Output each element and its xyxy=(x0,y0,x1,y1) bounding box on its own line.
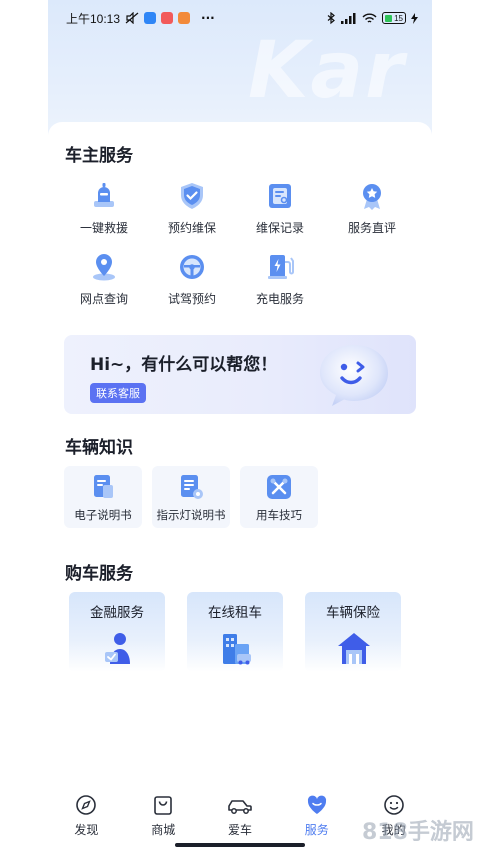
heart-service-icon xyxy=(307,795,326,814)
contact-service-button[interactable]: 联系客服 xyxy=(90,383,146,403)
service-label: 试驾预约 xyxy=(167,292,216,306)
tools-icon xyxy=(267,475,291,499)
car-icon xyxy=(228,800,252,814)
purchase-rental-card[interactable]: 在线租车 xyxy=(187,592,283,672)
status-bar: 上午10:13 ··· 15 xyxy=(48,0,432,36)
wifi-icon xyxy=(362,13,377,23)
insurance-house-icon xyxy=(338,633,370,664)
knowledge-indicator-manual[interactable]: 指示灯说明书 xyxy=(152,466,230,528)
brand-watermark: Kar xyxy=(248,26,406,116)
record-icon xyxy=(269,184,291,208)
purchase-insurance-card[interactable]: 车辆保险 xyxy=(305,592,401,672)
service-label: 维保记录 xyxy=(255,221,304,235)
service-label: 充电服务 xyxy=(255,292,304,306)
tab-label: 服务 xyxy=(304,823,329,837)
customer-service-banner[interactable]: Hi~，有什么可以帮您！ 联系客服 xyxy=(64,335,416,414)
purchase-services-title: 购车服务 xyxy=(65,564,133,584)
service-test-drive[interactable]: 试驾预约 xyxy=(148,252,236,318)
service-outlet-search[interactable]: 网点查询 xyxy=(60,252,148,318)
rental-building-icon xyxy=(223,634,251,665)
knowledge-label: 用车技巧 xyxy=(256,508,302,522)
tab-label: 爱车 xyxy=(227,823,252,837)
tab-service[interactable]: 服务 xyxy=(278,782,355,838)
steering-wheel-icon xyxy=(180,255,204,279)
knowledge-label: 电子说明书 xyxy=(74,508,132,522)
rescue-icon xyxy=(94,183,114,207)
service-rescue[interactable]: 一键救援 xyxy=(60,181,148,247)
vehicle-knowledge-title: 车辆知识 xyxy=(65,438,133,458)
tab-mall[interactable]: 商城 xyxy=(125,782,202,838)
assistant-bot-icon xyxy=(320,345,388,406)
charging-bolt-icon xyxy=(411,12,418,24)
knowledge-driving-tips[interactable]: 用车技巧 xyxy=(240,466,318,528)
shopping-bag-icon xyxy=(154,796,172,815)
status-time: 上午10:13 xyxy=(66,11,121,26)
service-direct-review[interactable]: 服务直评 xyxy=(328,181,416,247)
tab-discover[interactable]: 发现 xyxy=(48,782,125,838)
service-label: 预约维保 xyxy=(167,221,216,235)
service-label: 一键救援 xyxy=(79,221,128,235)
site-watermark: 818手游网 xyxy=(362,820,474,845)
app-notification-icon xyxy=(144,12,157,24)
app-notification-icon xyxy=(178,12,191,24)
indicator-doc-icon xyxy=(181,475,203,499)
manual-icon xyxy=(94,475,113,498)
banner-greeting: Hi~，有什么可以帮您！ xyxy=(90,355,278,375)
knowledge-label: 指示灯说明书 xyxy=(156,508,226,522)
purchase-label: 在线租车 xyxy=(208,605,262,621)
smile-face-icon xyxy=(383,795,404,815)
signal-icon xyxy=(341,12,356,24)
location-pin-icon xyxy=(93,254,115,281)
battery-level: 15 xyxy=(394,13,403,23)
charging-icon xyxy=(268,255,294,279)
tab-label: 商城 xyxy=(151,823,176,837)
service-maintenance-records[interactable]: 维保记录 xyxy=(236,181,324,247)
tab-label: 发现 xyxy=(74,823,99,837)
shield-check-icon xyxy=(181,183,203,209)
service-label: 服务直评 xyxy=(347,221,396,235)
home-indicator[interactable] xyxy=(175,843,305,847)
service-label: 网点查询 xyxy=(79,292,128,306)
medal-icon xyxy=(363,184,381,210)
service-maintenance-booking[interactable]: 预约维保 xyxy=(148,181,236,247)
battery-indicator: 15 xyxy=(382,12,406,24)
service-charging[interactable]: 充电服务 xyxy=(236,252,324,318)
bluetooth-icon xyxy=(327,11,336,24)
more-notifications: ··· xyxy=(201,11,215,25)
content-sheet: 车主服务 一键救援 预约维保 维保记录 服务直评 网点查询 试驾预约 充电服务 … xyxy=(48,122,432,802)
knowledge-electronic-manual[interactable]: 电子说明书 xyxy=(64,466,142,528)
purchase-label: 金融服务 xyxy=(90,605,144,621)
app-screen: Kar 上午10:13 ··· 15 车主服务 一键救援 预约维保 维保记录 服… xyxy=(48,0,432,853)
tab-my-car[interactable]: 爱车 xyxy=(202,782,279,838)
owner-services-title: 车主服务 xyxy=(65,146,133,166)
purchase-label: 车辆保险 xyxy=(326,605,380,621)
finance-person-icon xyxy=(105,633,130,664)
purchase-finance-card[interactable]: 金融服务 xyxy=(69,592,165,672)
mute-icon xyxy=(125,12,139,24)
app-notification-icon xyxy=(161,12,174,24)
compass-icon xyxy=(76,795,97,815)
